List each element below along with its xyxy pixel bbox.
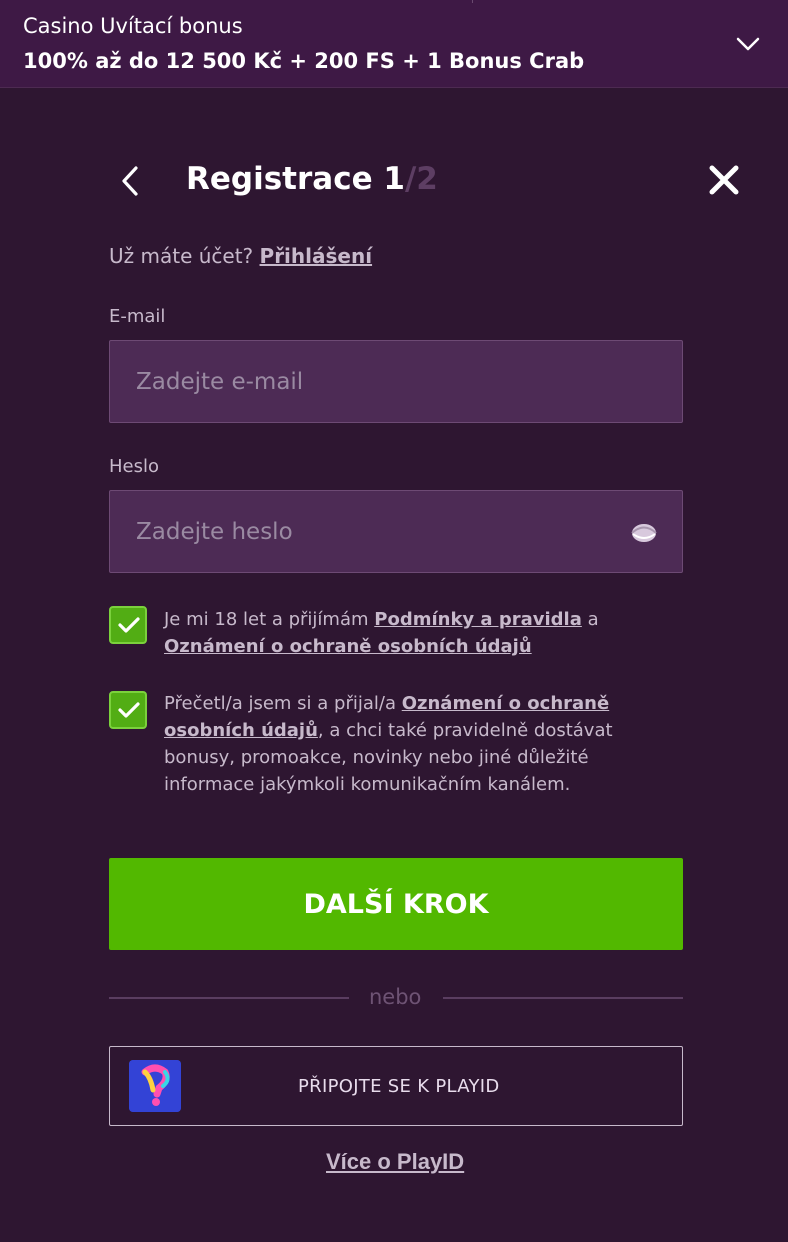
playid-button-label: PŘIPOJTE SE K PLAYID xyxy=(298,1076,500,1097)
password-field-wrapper xyxy=(109,490,683,573)
terms-checkbox[interactable] xyxy=(109,606,147,644)
terms-consent-text: Je mi 18 let a přijímám Podmínky a pravi… xyxy=(164,606,664,660)
playid-logo-icon xyxy=(129,1060,181,1112)
chevron-left-icon[interactable] xyxy=(112,162,148,200)
password-label: Heslo xyxy=(109,456,160,477)
email-label: E-mail xyxy=(109,306,166,327)
banner-divider xyxy=(472,0,473,3)
divider-line-left xyxy=(109,997,349,999)
title-total: /2 xyxy=(404,161,438,197)
page-title: Registrace 1/2 xyxy=(186,161,438,197)
close-icon[interactable] xyxy=(704,160,744,200)
email-input[interactable] xyxy=(110,341,682,422)
password-input[interactable] xyxy=(110,491,682,572)
marketing-text-before: Přečetl/a jsem si a přijal/a xyxy=(164,693,396,714)
login-prompt: Už máte účet? Přihlášení xyxy=(109,244,372,268)
divider-label: nebo xyxy=(369,985,422,1009)
more-about-playid-link[interactable]: Více o PlayID xyxy=(326,1149,464,1175)
playid-connect-button[interactable]: PŘIPOJTE SE K PLAYID xyxy=(109,1046,683,1126)
login-prompt-text: Už máte účet? xyxy=(109,244,254,268)
checkmark-icon xyxy=(118,617,140,633)
checkmark-icon xyxy=(118,702,140,718)
privacy-link[interactable]: Oznámení o ochraně osobních údajů xyxy=(164,636,532,657)
bonus-banner[interactable]: Casino Uvítací bonus 100% až do 12 500 K… xyxy=(0,0,788,88)
login-link[interactable]: Přihlášení xyxy=(260,244,373,268)
terms-link[interactable]: Podmínky a pravidla xyxy=(374,609,582,630)
eye-icon[interactable] xyxy=(630,520,658,546)
email-field-wrapper xyxy=(109,340,683,423)
next-step-button[interactable]: DALŠÍ KROK xyxy=(109,858,683,950)
terms-text-mid: a xyxy=(587,609,599,630)
divider-line-right xyxy=(443,997,683,999)
terms-text-before: Je mi 18 let a přijímám xyxy=(164,609,369,630)
banner-offer: 100% až do 12 500 Kč + 200 FS + 1 Bonus … xyxy=(23,49,585,73)
marketing-consent-text: Přečetl/a jsem si a přijal/a Oznámení o … xyxy=(164,690,664,798)
title-step: Registrace 1 xyxy=(186,161,405,197)
marketing-checkbox[interactable] xyxy=(109,691,147,729)
banner-title: Casino Uvítací bonus xyxy=(23,14,243,38)
chevron-down-icon[interactable] xyxy=(734,30,762,58)
